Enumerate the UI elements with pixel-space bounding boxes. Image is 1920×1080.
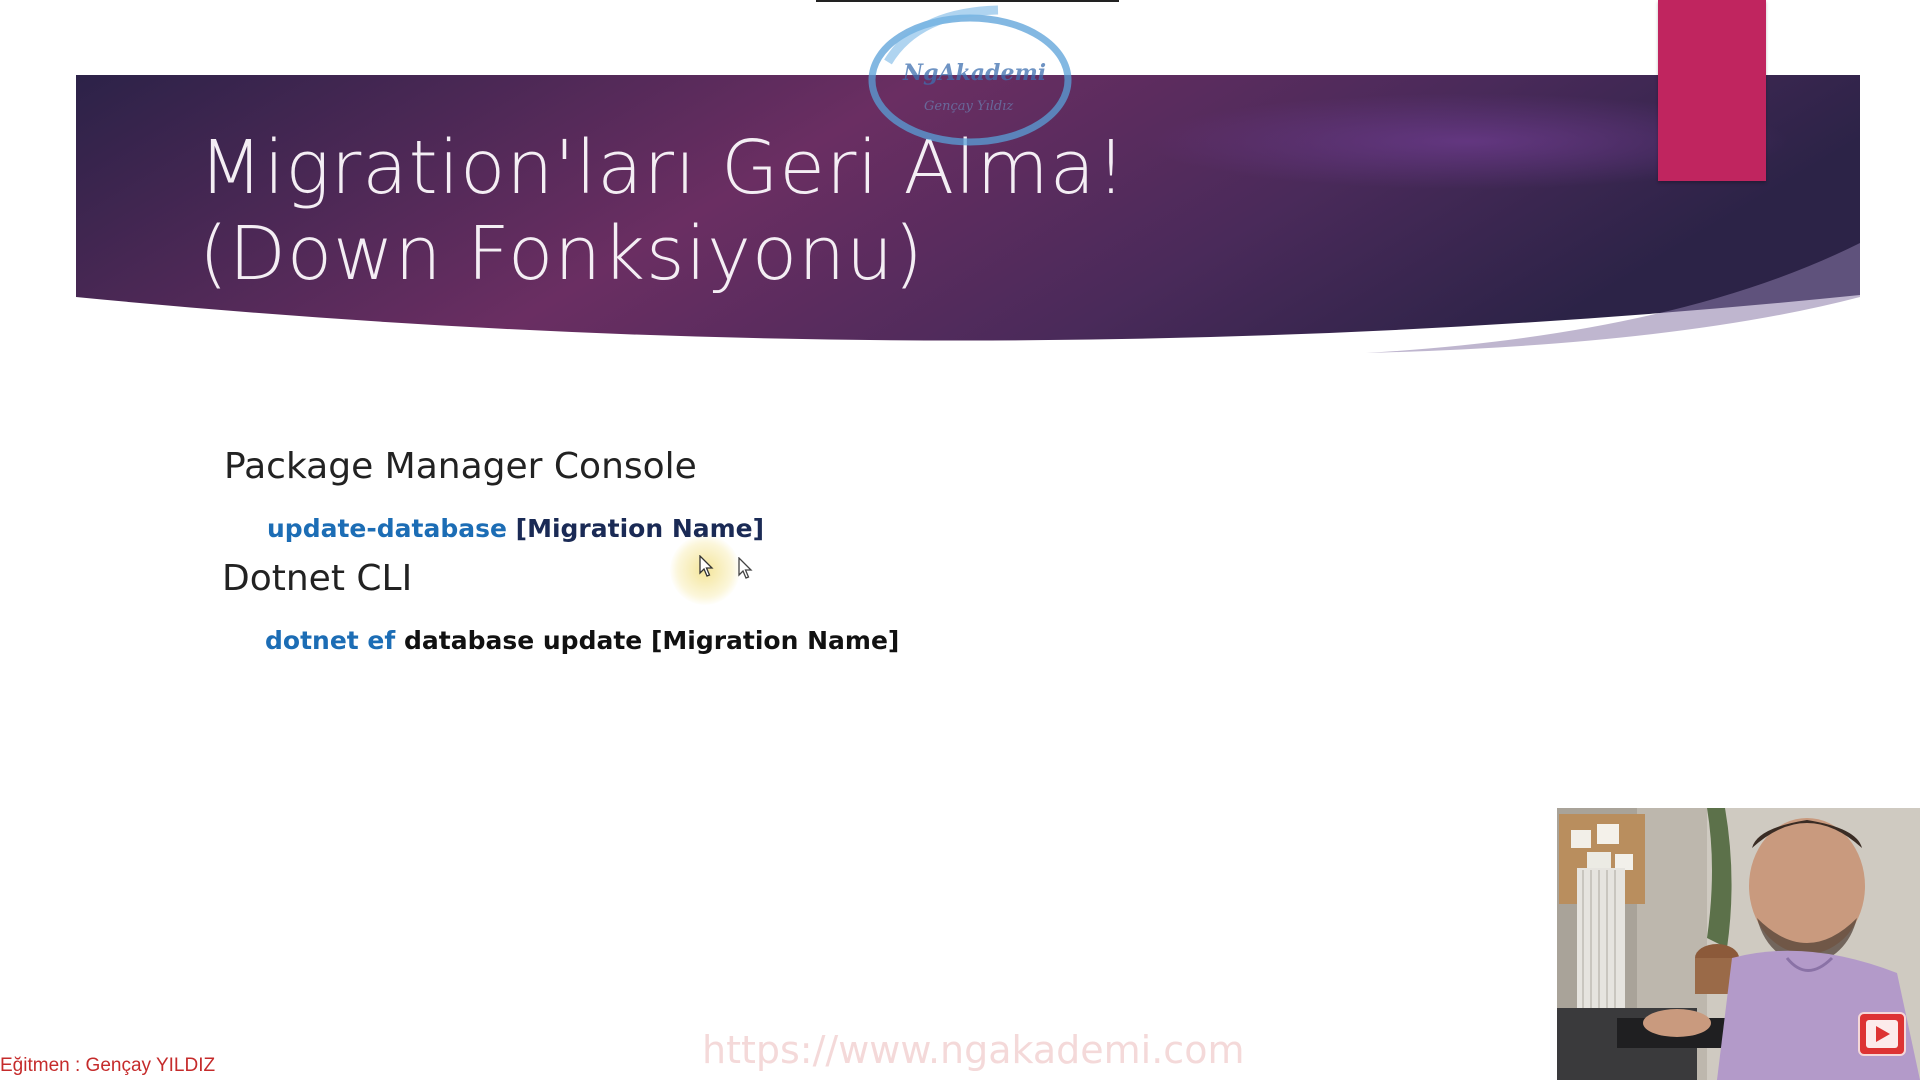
accent-tab [1658,0,1766,181]
mouse-pointer-icon [738,557,753,579]
svg-text:Gençay Yıldız: Gençay Yıldız [924,99,1013,114]
command-keyword: update-database [267,514,507,543]
watermark-url: https://www.ngakademi.com [702,1028,1245,1072]
section-heading-dotnet-cli: Dotnet CLI [222,558,413,599]
svg-text:NgAkademi: NgAkademi [902,60,1046,86]
mouse-pointer-icon [699,555,714,577]
ngakademi-logo: NgAkademi Gençay Yıldız [858,2,1078,152]
instructor-label: Eğitmen : Gençay YILDIZ [0,1055,216,1076]
command-dotnet-cli: dotnet ef database update [Migration Nam… [265,626,899,655]
section-heading-package-manager: Package Manager Console [224,446,697,487]
youtube-play-icon[interactable] [1858,1012,1906,1056]
slide-title-line2: (Down Fonksiyonu) [199,211,924,297]
command-argument: database update [Migration Name] [403,626,900,655]
command-keyword: dotnet ef [265,626,396,655]
command-argument: [Migration Name] [515,514,765,543]
